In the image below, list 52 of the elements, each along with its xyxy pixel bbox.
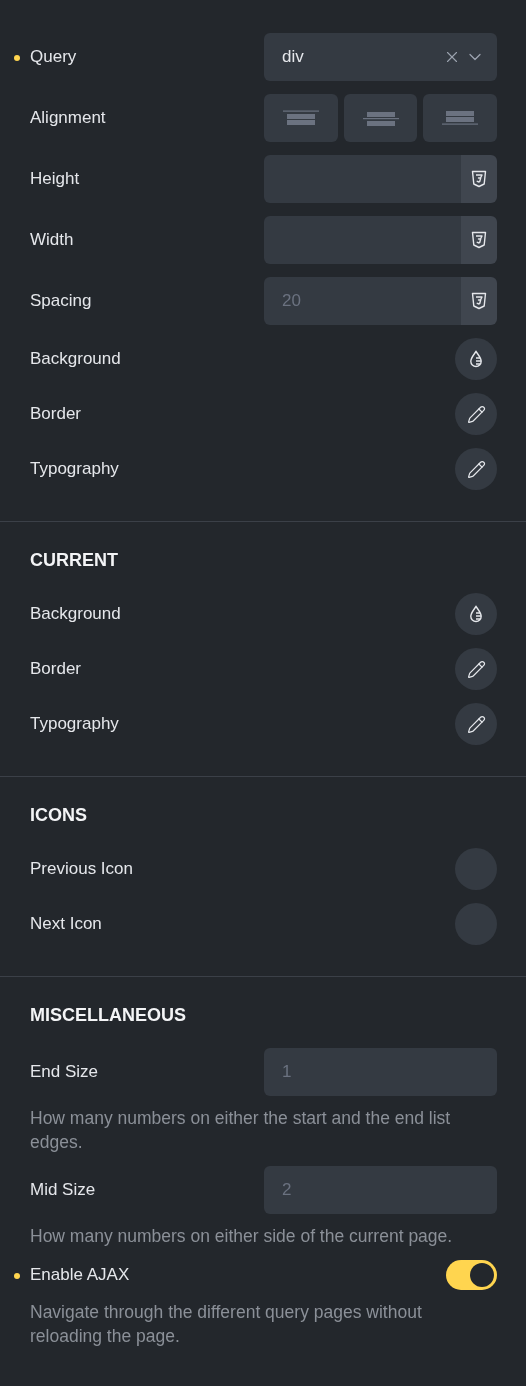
edit-button[interactable] [455,393,497,435]
control-description: How many numbers on either side of the current page. [30,1225,454,1248]
pencil-icon [466,714,486,734]
query-select[interactable]: div [264,33,497,81]
align-icon [282,110,319,126]
control-label: Next Icon [30,913,102,936]
control-label: Background [30,603,121,626]
align-icon [362,110,399,126]
number-field[interactable] [264,216,461,264]
edit-button[interactable] [455,703,497,745]
control-label: Previous Icon [30,858,133,881]
control-description: How many numbers on either the start and the end list edges. [30,1107,452,1154]
section-title: ICONS [30,803,87,827]
unit-button[interactable] [461,277,497,325]
background-button[interactable] [455,338,497,380]
unit-button[interactable] [461,216,497,264]
droplet-icon [469,350,483,368]
control-label: Height [30,168,80,191]
pencil-icon [466,459,486,479]
pencil-icon [466,404,486,424]
control-label: Typography [30,713,119,736]
css-icon [471,170,487,188]
css-icon [471,292,487,310]
section-title: CURRENT [30,548,118,572]
control-description: Navigate through the different query pages without reloading the page. [30,1301,423,1348]
control-label: End Size [30,1061,99,1084]
control-label: Enable AJAX [30,1264,130,1287]
edit-button[interactable] [455,448,497,490]
align-icon [442,110,479,126]
control-label: Typography [30,458,119,481]
control-label: Alignment [30,107,106,130]
number-field[interactable] [264,155,461,203]
css-icon [471,231,487,249]
number-field[interactable]: 20 [264,277,461,325]
number-field[interactable]: 2 [264,1166,497,1214]
control-label: Width [30,229,74,252]
edit-button[interactable] [455,648,497,690]
control-label: Mid Size [30,1179,96,1202]
control-label: Query [30,46,77,69]
control-label: Border [30,403,82,426]
select-value: div [282,46,305,69]
pencil-icon [466,659,486,679]
unit-button[interactable] [461,155,497,203]
toggle-switch[interactable] [446,1260,497,1290]
alignment-button[interactable] [343,94,418,142]
section-title: MISCELLANEOUS [30,1003,186,1027]
background-button[interactable] [455,593,497,635]
control-label: Background [30,348,121,371]
number-field[interactable]: 1 [264,1048,497,1096]
droplet-icon [469,605,483,623]
control-label: Spacing [30,290,92,313]
control-label: Border [30,658,82,681]
